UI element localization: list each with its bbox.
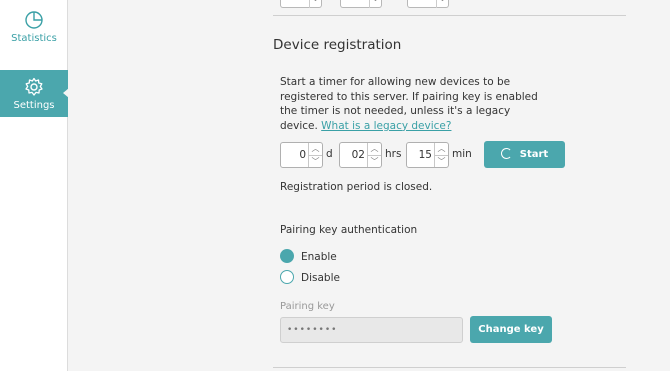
chevron-down-icon[interactable]: ﹀ (368, 155, 381, 167)
sidebar-item-label: Statistics (11, 33, 57, 44)
chevron-up-icon[interactable]: ︿ (309, 143, 322, 155)
days-stepper[interactable]: 0 ︿ ﹀ (280, 142, 323, 168)
chevron-down-icon: ⌄ (369, 0, 381, 8)
sidebar-item-statistics[interactable]: Statistics (0, 8, 68, 55)
section-divider (273, 367, 626, 368)
section-divider (273, 15, 626, 16)
section-title: Device registration (273, 37, 402, 53)
disable-label: Disable (301, 272, 340, 284)
pairing-key-field: •••••••• (280, 317, 463, 343)
hours-stepper[interactable]: 02 ︿ ﹀ (339, 142, 382, 168)
gear-icon (25, 77, 43, 96)
sidebar-item-settings[interactable]: Settings (0, 70, 69, 117)
sidebar: Statistics Settings (0, 0, 69, 371)
hours-value[interactable]: 02 (340, 143, 368, 167)
enable-label: Enable (301, 251, 337, 263)
chevron-down-icon: ⌄ (436, 0, 448, 8)
enable-radio-option[interactable]: Enable (280, 249, 337, 265)
pairing-key-label: Pairing key (280, 301, 335, 312)
prev-stepper-1[interactable]: ⌄ (280, 0, 322, 8)
minutes-unit: min (452, 148, 472, 160)
radio-selected-icon[interactable] (280, 249, 294, 263)
change-key-button[interactable]: Change key (470, 316, 552, 343)
settings-main: ⌄ ⌄ ⌄ Device registration Start a timer … (68, 0, 670, 371)
chevron-down-icon[interactable]: ﹀ (435, 155, 448, 167)
timer-icon (500, 148, 512, 159)
minutes-value[interactable]: 15 (407, 143, 435, 167)
chevron-down-icon: ⌄ (309, 0, 321, 8)
chevron-down-icon[interactable]: ﹀ (309, 155, 322, 167)
chevron-up-icon[interactable]: ︿ (435, 143, 448, 155)
pie-chart-icon (25, 11, 43, 29)
pairing-heading: Pairing key authentication (280, 224, 418, 236)
legacy-device-link[interactable]: What is a legacy device? (321, 120, 451, 132)
hours-unit: hrs (385, 148, 402, 160)
days-value[interactable]: 0 (281, 143, 309, 167)
chevron-up-icon[interactable]: ︿ (368, 143, 381, 155)
sidebar-item-label: Settings (13, 100, 55, 111)
days-unit: d (326, 148, 333, 160)
prev-stepper-3[interactable]: ⌄ (407, 0, 449, 8)
previous-section-steppers: ⌄ ⌄ ⌄ (280, 0, 466, 8)
start-button[interactable]: Start (484, 141, 565, 168)
registration-status: Registration period is closed. (280, 181, 433, 193)
disable-radio-option[interactable]: Disable (280, 270, 340, 286)
minutes-stepper[interactable]: 15 ︿ ﹀ (406, 142, 449, 168)
prev-stepper-2[interactable]: ⌄ (340, 0, 382, 8)
registration-description: Start a timer for allowing new devices t… (280, 76, 538, 132)
radio-unselected-icon[interactable] (280, 270, 294, 284)
